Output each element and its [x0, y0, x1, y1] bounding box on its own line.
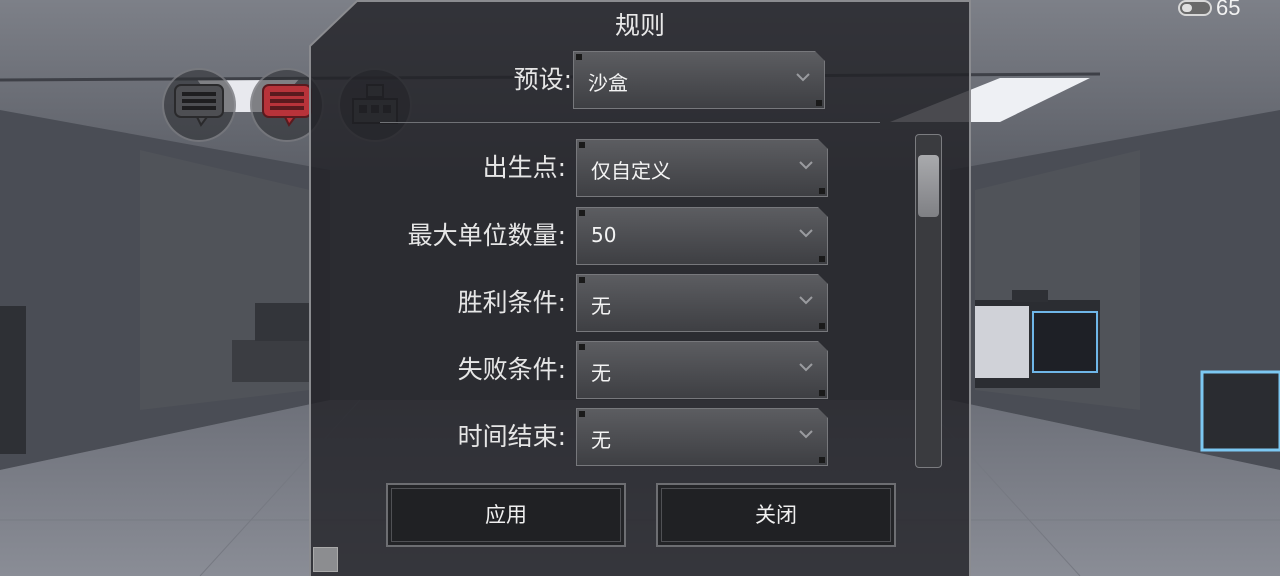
spawn-point-dropdown[interactable]: 仅自定义: [576, 139, 828, 197]
apply-button[interactable]: 应用: [386, 483, 626, 547]
corner-mark: [576, 54, 582, 60]
spawn-point-value: 仅自定义: [591, 159, 671, 183]
max-units-label: 最大单位数量:: [407, 221, 566, 250]
corner-mark: [819, 256, 825, 262]
spawn-point-label: 出生点:: [482, 153, 566, 182]
preset-label: 预设:: [513, 65, 572, 94]
victory-condition-label: 胜利条件:: [457, 288, 566, 317]
chevron-down-icon: [799, 363, 813, 372]
corner-mark: [579, 277, 585, 283]
panel-title: 规则: [614, 11, 665, 40]
scrollbar-thumb[interactable]: [918, 155, 939, 217]
chevron-down-icon: [799, 296, 813, 305]
corner-mark: [816, 100, 822, 106]
corner-mark: [819, 457, 825, 463]
victory-condition-dropdown[interactable]: 无: [576, 274, 828, 332]
chevron-down-icon: [799, 229, 813, 238]
corner-mark: [579, 142, 585, 148]
corner-mark: [819, 323, 825, 329]
time-end-label: 时间结束:: [457, 422, 566, 451]
resize-handle[interactable]: [313, 547, 338, 572]
chat-button[interactable]: [162, 68, 236, 142]
time-end-value: 无: [591, 428, 611, 452]
corner-mark: [579, 210, 585, 216]
close-button[interactable]: 关闭: [656, 483, 896, 547]
corner-mark: [819, 390, 825, 396]
battery-level: 65: [1216, 0, 1241, 20]
time-end-dropdown[interactable]: 无: [576, 408, 828, 466]
corner-mark: [819, 188, 825, 194]
corner-mark: [579, 344, 585, 350]
max-units-dropdown[interactable]: 50: [576, 207, 828, 265]
corner-mark: [579, 411, 585, 417]
chat-icon: [174, 84, 224, 127]
preset-value: 沙盒: [588, 71, 628, 95]
max-units-value: 50: [591, 223, 617, 247]
battery-icon: [1178, 0, 1212, 16]
chevron-down-icon: [799, 161, 813, 170]
victory-condition-value: 无: [591, 294, 611, 318]
chat-alert-icon: [262, 84, 312, 127]
chevron-down-icon: [799, 430, 813, 439]
defeat-condition-dropdown[interactable]: 无: [576, 341, 828, 399]
preset-dropdown[interactable]: 沙盒: [573, 51, 825, 109]
settings-scrollbar[interactable]: [915, 134, 942, 468]
defeat-condition-label: 失败条件:: [457, 355, 566, 384]
defeat-condition-value: 无: [591, 361, 611, 385]
chevron-down-icon: [796, 73, 810, 82]
separator: [380, 122, 880, 123]
